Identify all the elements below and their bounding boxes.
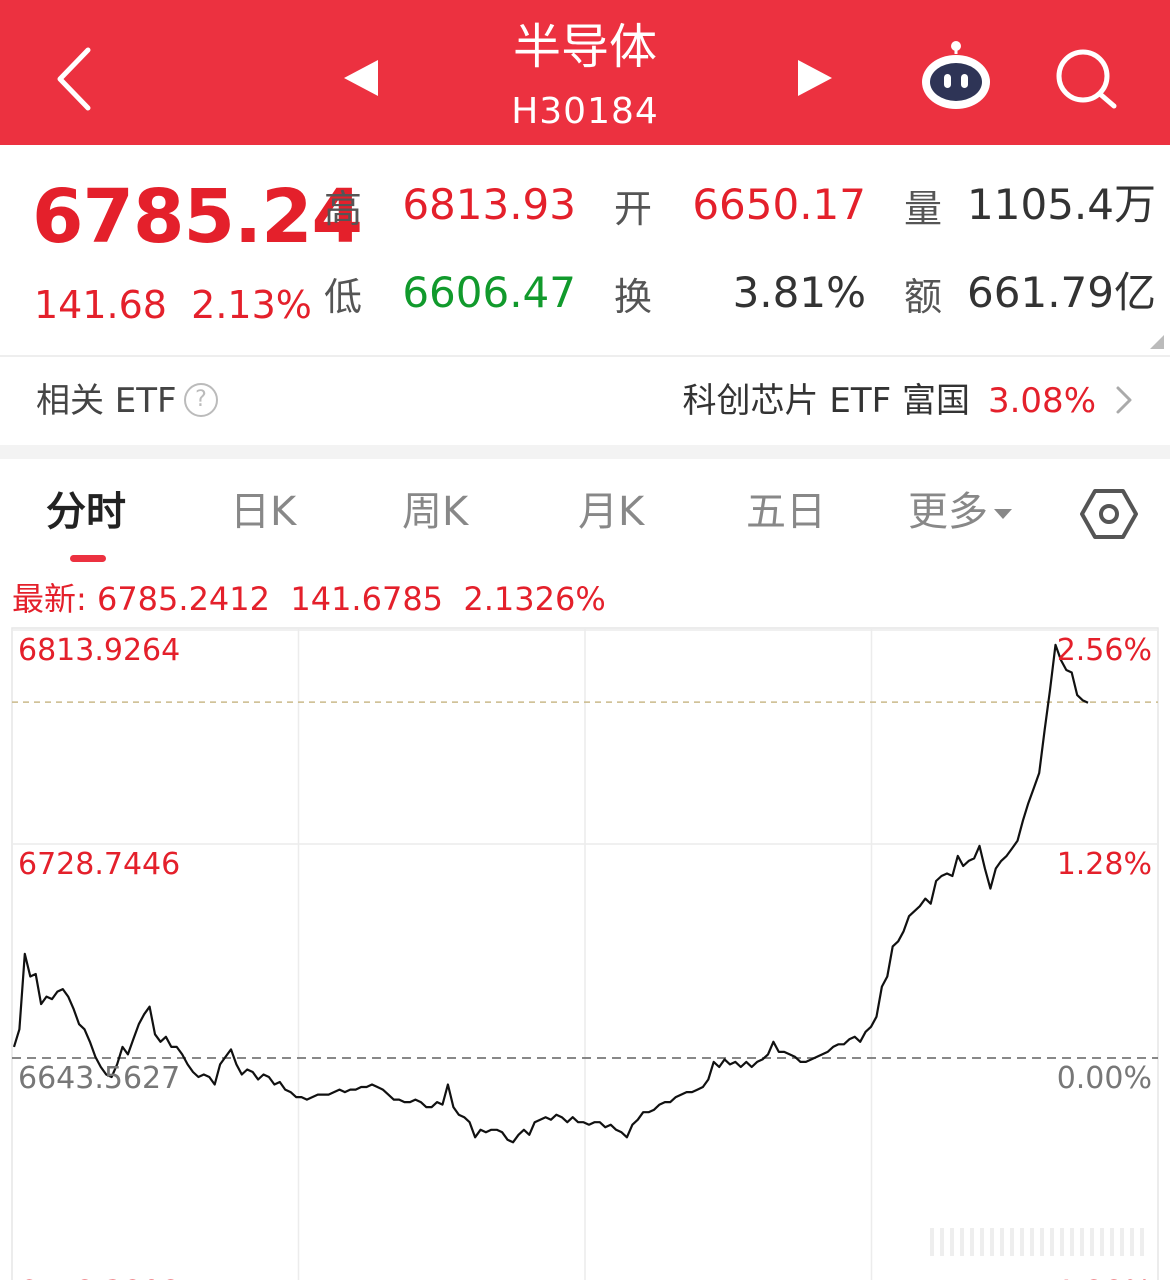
y-axis-left-label: 6558.3808 — [18, 1275, 180, 1280]
y-axis-left-label: 6643.5627 — [18, 1061, 180, 1096]
latest-readout: 最新: 6785.2412 141.6785 2.1326% — [12, 580, 606, 618]
chevron-right-icon — [1116, 386, 1132, 414]
tab-weekly-k[interactable]: 周K — [402, 487, 468, 537]
y-axis-left-label: 6728.7446 — [18, 847, 180, 882]
tab-more-label: 更多 — [908, 489, 988, 535]
amount-value: 661.79亿 — [967, 268, 1156, 317]
tab-more[interactable]: 更多 — [908, 487, 1012, 537]
intraday-chart[interactable]: 6813.9264 2.56% 6728.7446 1.28% 6643.5627 0.0… — [0, 620, 1170, 1280]
tab-five-day[interactable]: 五日 — [746, 487, 826, 537]
tab-intraday[interactable]: 分时 — [46, 487, 126, 537]
active-tab-indicator — [70, 555, 106, 562]
high-value: 6813.93 — [402, 180, 576, 229]
index-code: H30184 — [511, 91, 659, 132]
low-value: 6606.47 — [402, 268, 576, 317]
related-etf-label: 相关 ETF — [36, 381, 177, 421]
y-axis-right-label: -1.28% — [1046, 1275, 1152, 1280]
volume-label: 量 — [904, 187, 943, 231]
volume-value: 1105.4万 — [967, 180, 1156, 229]
caret-down-icon — [994, 509, 1012, 519]
hexagon-settings-icon[interactable] — [1080, 485, 1138, 543]
top-bar: 半导体 H30184 — [0, 0, 1170, 145]
change-value: 141.68 — [34, 283, 167, 327]
tab-daily-k[interactable]: 日K — [230, 487, 296, 537]
low-label: 低 — [324, 275, 363, 319]
section-gap — [0, 445, 1170, 459]
expand-corner-icon[interactable] — [1150, 335, 1164, 349]
etf-info: 科创芯片 ETF 富国 3.08% — [683, 381, 1096, 421]
search-icon[interactable] — [1052, 46, 1120, 110]
robot-icon[interactable] — [918, 40, 994, 112]
question-icon[interactable]: ? — [184, 383, 218, 417]
amount-label: 额 — [904, 275, 943, 319]
y-axis-right-label: 2.56% — [1057, 633, 1152, 668]
y-axis-right-label: 0.00% — [1057, 1061, 1152, 1096]
high-label: 高 — [324, 187, 363, 231]
page-title: 半导体 — [512, 19, 657, 75]
next-triangle-right-icon[interactable] — [792, 56, 836, 100]
open-value: 6650.17 — [692, 180, 866, 229]
change-percent: 2.13% — [191, 283, 312, 327]
tab-monthly-k[interactable]: 月K — [578, 487, 644, 537]
chart-tabs: 分时 日K 周K 月K 五日 更多 — [0, 459, 1170, 564]
last-price: 6785.24 — [32, 174, 363, 260]
open-label: 开 — [614, 187, 653, 231]
etf-percent: 3.08% — [987, 381, 1096, 421]
turnover-label: 换 — [614, 275, 653, 319]
related-etf-row[interactable]: 相关 ETF ? 科创芯片 ETF 富国 3.08% — [0, 357, 1170, 445]
quote-panel: 6785.24 141.68 2.13% 高 6813.93 开 6650.17… — [0, 145, 1170, 355]
y-axis-right-label: 1.28% — [1057, 847, 1152, 882]
price-change: 141.68 2.13% — [34, 283, 312, 327]
y-axis-left-label: 6813.9264 — [18, 633, 180, 668]
etf-name: 科创芯片 ETF 富国 — [682, 381, 970, 421]
turnover-value: 3.81% — [732, 268, 866, 317]
watermark — [930, 1228, 1150, 1256]
